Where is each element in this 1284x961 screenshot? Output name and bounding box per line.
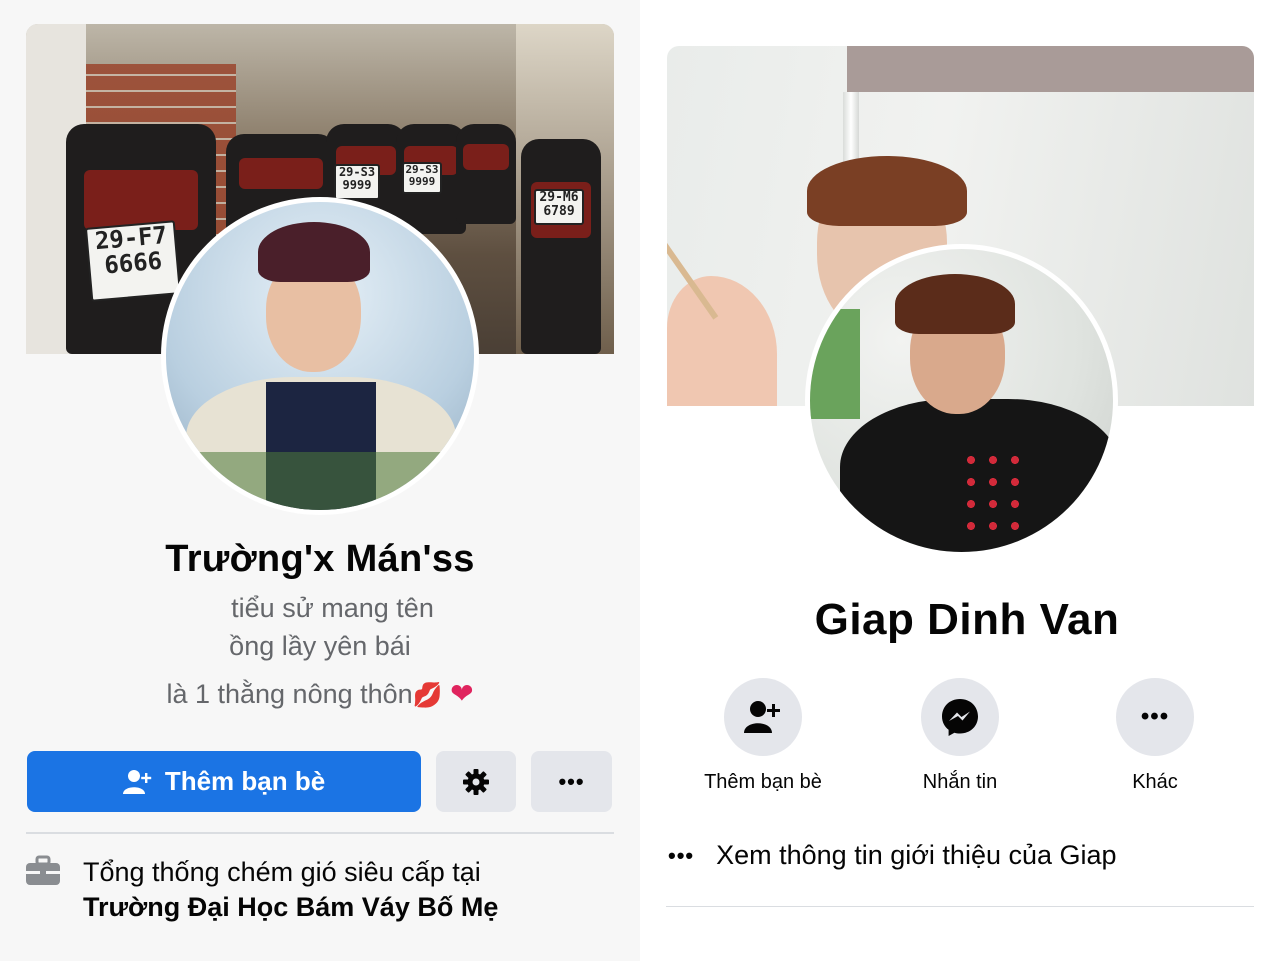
hand — [667, 276, 777, 406]
profile-name-left: Trường'x Mán'ss — [165, 538, 475, 580]
divider — [666, 906, 1254, 907]
profile-picture-right[interactable] — [805, 244, 1118, 557]
more-icon: ••• — [1140, 703, 1170, 730]
profile-picture-left[interactable] — [161, 197, 479, 515]
add-friend-label: Thêm bạn bè — [164, 766, 326, 796]
work-info: Tổng thống chém gió siêu cấp tại Trường … — [83, 855, 498, 925]
more-label: Khác — [1132, 771, 1178, 793]
bio-line-2: ồng lầy yên bái — [229, 631, 411, 661]
more-icon: ••• — [558, 768, 585, 794]
hair — [807, 156, 967, 226]
motorbike — [521, 139, 601, 354]
poster — [810, 309, 860, 419]
gear-icon — [463, 768, 489, 795]
profile-name-right: Giap Dinh Van — [814, 595, 1120, 644]
more-options-button[interactable]: ••• — [531, 751, 612, 812]
see-intro-row[interactable]: ••• Xem thông tin giới thiệu của Giap — [668, 840, 1117, 871]
message-label: Nhắn tin — [922, 771, 998, 793]
messenger-icon — [942, 699, 978, 736]
more-action[interactable]: ••• Khác — [1075, 678, 1235, 794]
right-profile-panel: Giap Dinh Van Thêm bạn bè Nhắn tin ••• K… — [650, 0, 1284, 961]
settings-button[interactable] — [436, 751, 516, 812]
flower-print — [960, 449, 1030, 539]
license-plate: 29-S3 9999 — [402, 162, 442, 194]
dots-icon: ••• — [668, 842, 695, 868]
bio-line-3: là 1 thằng nông thôn💋 ❤ — [0, 677, 640, 710]
license-plate: 29-M6 6789 — [534, 189, 584, 225]
heart-emoji-icon: ❤ — [450, 678, 474, 709]
see-intro-link[interactable]: Xem thông tin giới thiệu của Giap — [716, 840, 1116, 871]
lips-emoji-icon: 💋 — [412, 682, 443, 709]
ceiling — [847, 46, 1254, 92]
bio-line-1: tiểu sử mang tên — [231, 593, 434, 623]
add-friend-circle[interactable] — [724, 678, 802, 756]
hair — [258, 222, 370, 282]
field — [166, 452, 474, 510]
workplace-name[interactable]: Trường Đại Học Bám Váy Bố Mẹ — [83, 892, 498, 922]
motorbike — [456, 124, 516, 224]
work-line-1: Tổng thống chém gió siêu cấp tại — [83, 857, 481, 887]
add-friend-action[interactable]: Thêm bạn bè — [683, 678, 843, 794]
more-circle[interactable]: ••• — [1116, 678, 1194, 756]
briefcase-icon — [26, 855, 60, 885]
message-circle[interactable] — [921, 678, 999, 756]
add-friend-icon — [744, 701, 780, 733]
license-plate: 29-F7 6666 — [84, 220, 182, 302]
add-friend-icon — [122, 769, 152, 794]
add-friend-label: Thêm bạn bè — [704, 771, 822, 793]
work-line-2: Trường Đại Học Bám Váy Bố Mẹ — [83, 890, 498, 925]
hair — [895, 274, 1015, 334]
bio-line-3-text: là 1 thằng nông thôn — [166, 679, 413, 709]
add-friend-button[interactable]: Thêm bạn bè — [27, 751, 421, 812]
message-action[interactable]: Nhắn tin — [880, 678, 1040, 794]
license-plate: 29-S3 9999 — [334, 164, 380, 200]
divider — [26, 832, 614, 834]
left-profile-panel: 29-F7 6666 29-S3 9999 29-S3 9999 29-M6 6… — [0, 0, 640, 961]
